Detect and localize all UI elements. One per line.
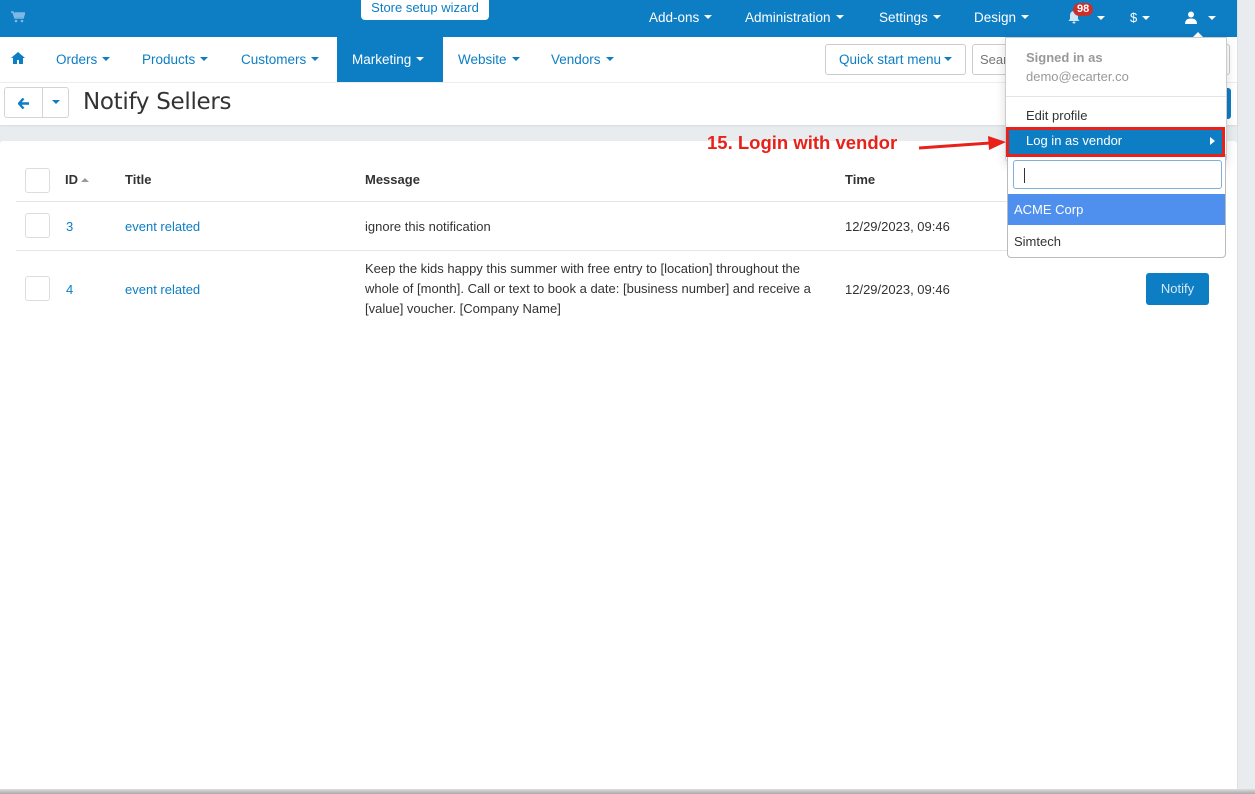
nav-label: Products — [142, 52, 196, 67]
vendor-picker: ACME Corp Simtech — [1007, 154, 1226, 258]
nav-label: Customers — [241, 52, 307, 67]
arrow-left-icon — [16, 97, 29, 110]
edit-profile-link[interactable]: Edit profile — [1026, 108, 1087, 123]
nav-label: Website — [458, 52, 507, 67]
row-message: Keep the kids happy this summer with fre… — [365, 261, 811, 316]
nav-marketing[interactable]: Marketing — [337, 37, 443, 82]
annotation-label: 15. Login with vendor — [707, 132, 898, 153]
dropdown-divider — [1006, 96, 1226, 97]
currency-label: $ — [1130, 10, 1138, 25]
row-title-link[interactable]: event related — [125, 219, 200, 234]
caret-down-icon — [1021, 15, 1030, 20]
caret-down-icon — [102, 57, 111, 62]
row-id-link[interactable]: 4 — [66, 282, 73, 297]
quick-start-label: Quick start menu — [838, 52, 942, 67]
caret-down-icon — [416, 57, 425, 62]
caret-down-icon — [704, 15, 713, 20]
row-time: 12/29/2023, 09:46 — [845, 219, 950, 234]
column-header-id[interactable]: ID — [65, 172, 89, 187]
column-label: ID — [65, 172, 78, 187]
history-dropdown-button[interactable] — [42, 87, 69, 118]
signed-in-label: Signed in as — [1026, 50, 1103, 65]
top-bar: Store setup wizard Add-ons Administratio… — [0, 0, 1237, 37]
menu-label: Design — [974, 10, 1017, 25]
notify-button[interactable]: Notify — [1146, 273, 1209, 305]
log-in-as-vendor-label: Log in as vendor — [1026, 133, 1123, 148]
menu-add-ons[interactable]: Add-ons — [649, 10, 713, 25]
log-in-as-vendor-item[interactable]: Log in as vendor — [1008, 129, 1223, 154]
caret-down-icon — [511, 57, 520, 62]
caret-down-icon — [835, 15, 844, 20]
quick-start-menu-button[interactable]: Quick start menu — [825, 44, 966, 75]
menu-settings[interactable]: Settings — [879, 10, 941, 25]
nav-products[interactable]: Products — [127, 37, 223, 82]
caret-down-icon — [1142, 15, 1151, 20]
row-time: 12/29/2023, 09:46 — [845, 282, 950, 297]
column-header-title: Title — [125, 172, 152, 187]
back-button[interactable] — [4, 87, 43, 118]
caret-down-icon — [311, 57, 320, 62]
menu-design[interactable]: Design — [974, 10, 1030, 25]
column-header-message: Message — [365, 172, 420, 187]
nav-label: Orders — [56, 52, 98, 67]
row-message: ignore this notification — [365, 219, 491, 234]
row-checkbox[interactable] — [25, 213, 50, 238]
nav-label: Vendors — [551, 52, 601, 67]
scrollbar-track[interactable] — [1237, 0, 1255, 794]
notification-count-badge: 98 — [1073, 3, 1094, 16]
vendor-search-input[interactable] — [1013, 160, 1222, 189]
row-id-link[interactable]: 3 — [66, 219, 73, 234]
menu-label: Add-ons — [649, 10, 700, 25]
select-all-checkbox[interactable] — [25, 168, 50, 193]
menu-administration[interactable]: Administration — [745, 10, 844, 25]
shopping-cart-icon[interactable] — [11, 11, 25, 23]
row-title-link[interactable]: event related — [125, 282, 200, 297]
vendor-option-simtech[interactable]: Simtech — [1008, 226, 1225, 257]
sort-asc-icon — [81, 177, 89, 182]
nav-label: Marketing — [352, 52, 412, 67]
caret-right-icon — [1210, 137, 1215, 145]
menu-label: Settings — [879, 10, 928, 25]
home-icon[interactable] — [11, 52, 25, 64]
nav-orders[interactable]: Orders — [41, 37, 125, 82]
row-checkbox[interactable] — [25, 276, 50, 301]
caret-down-icon — [944, 57, 953, 62]
page-title: Notify Sellers — [83, 89, 232, 115]
caret-down-icon — [1208, 16, 1216, 20]
caret-down-icon — [605, 57, 614, 62]
caret-down-icon — [932, 15, 941, 20]
caret-down-icon — [200, 57, 209, 62]
column-header-time: Time — [845, 172, 876, 187]
nav-customers[interactable]: Customers — [226, 37, 334, 82]
nav-vendors[interactable]: Vendors — [536, 37, 629, 82]
user-icon[interactable] — [1185, 11, 1197, 24]
signed-in-email: demo@ecarter.co — [1026, 69, 1129, 84]
caret-down-icon — [1097, 16, 1105, 20]
currency-menu[interactable]: $ — [1130, 10, 1151, 25]
store-setup-wizard-button[interactable]: Store setup wizard — [361, 0, 489, 20]
menu-label: Administration — [745, 10, 831, 25]
caret-down-icon — [51, 99, 60, 104]
vendor-option-acme-corp[interactable]: ACME Corp — [1008, 194, 1225, 225]
window-bottom-edge — [0, 789, 1255, 794]
annotation-arrow-icon — [918, 136, 1006, 150]
nav-website[interactable]: Website — [443, 37, 535, 82]
text-cursor — [1024, 168, 1025, 183]
